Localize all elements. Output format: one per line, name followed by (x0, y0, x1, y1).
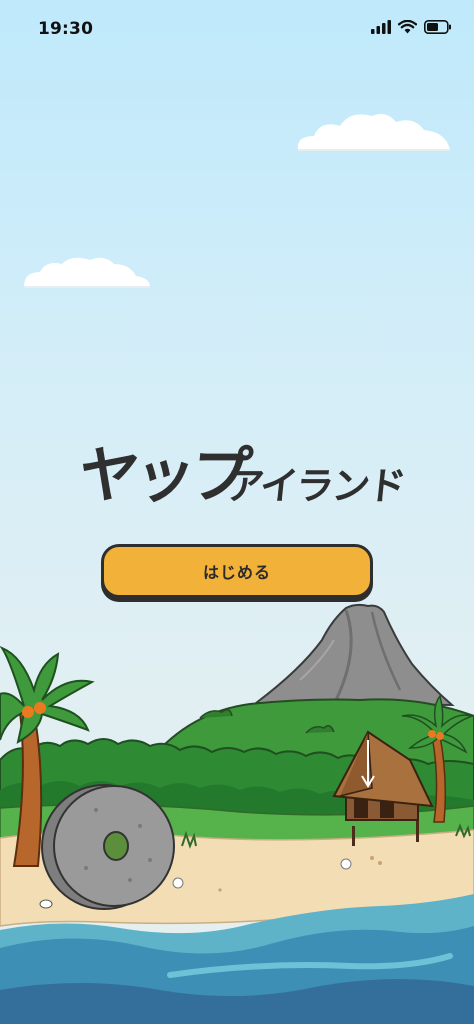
cloud-right (297, 114, 450, 151)
cloud-left (24, 257, 150, 288)
volcano (253, 603, 455, 707)
cellular-signal-icon (371, 20, 391, 34)
status-time: 19:30 (38, 19, 94, 39)
start-button[interactable]: はじめる (101, 544, 373, 598)
start-button-label: はじめる (202, 563, 271, 582)
title-sub: アイランド (223, 464, 407, 508)
status-bar: 19:30 (0, 0, 474, 62)
battery-icon (424, 20, 451, 34)
stone-money (41, 784, 175, 910)
wifi-icon (398, 20, 417, 34)
status-icons (371, 20, 452, 34)
game-title-logo: ヤップ アイランド (0, 436, 474, 516)
